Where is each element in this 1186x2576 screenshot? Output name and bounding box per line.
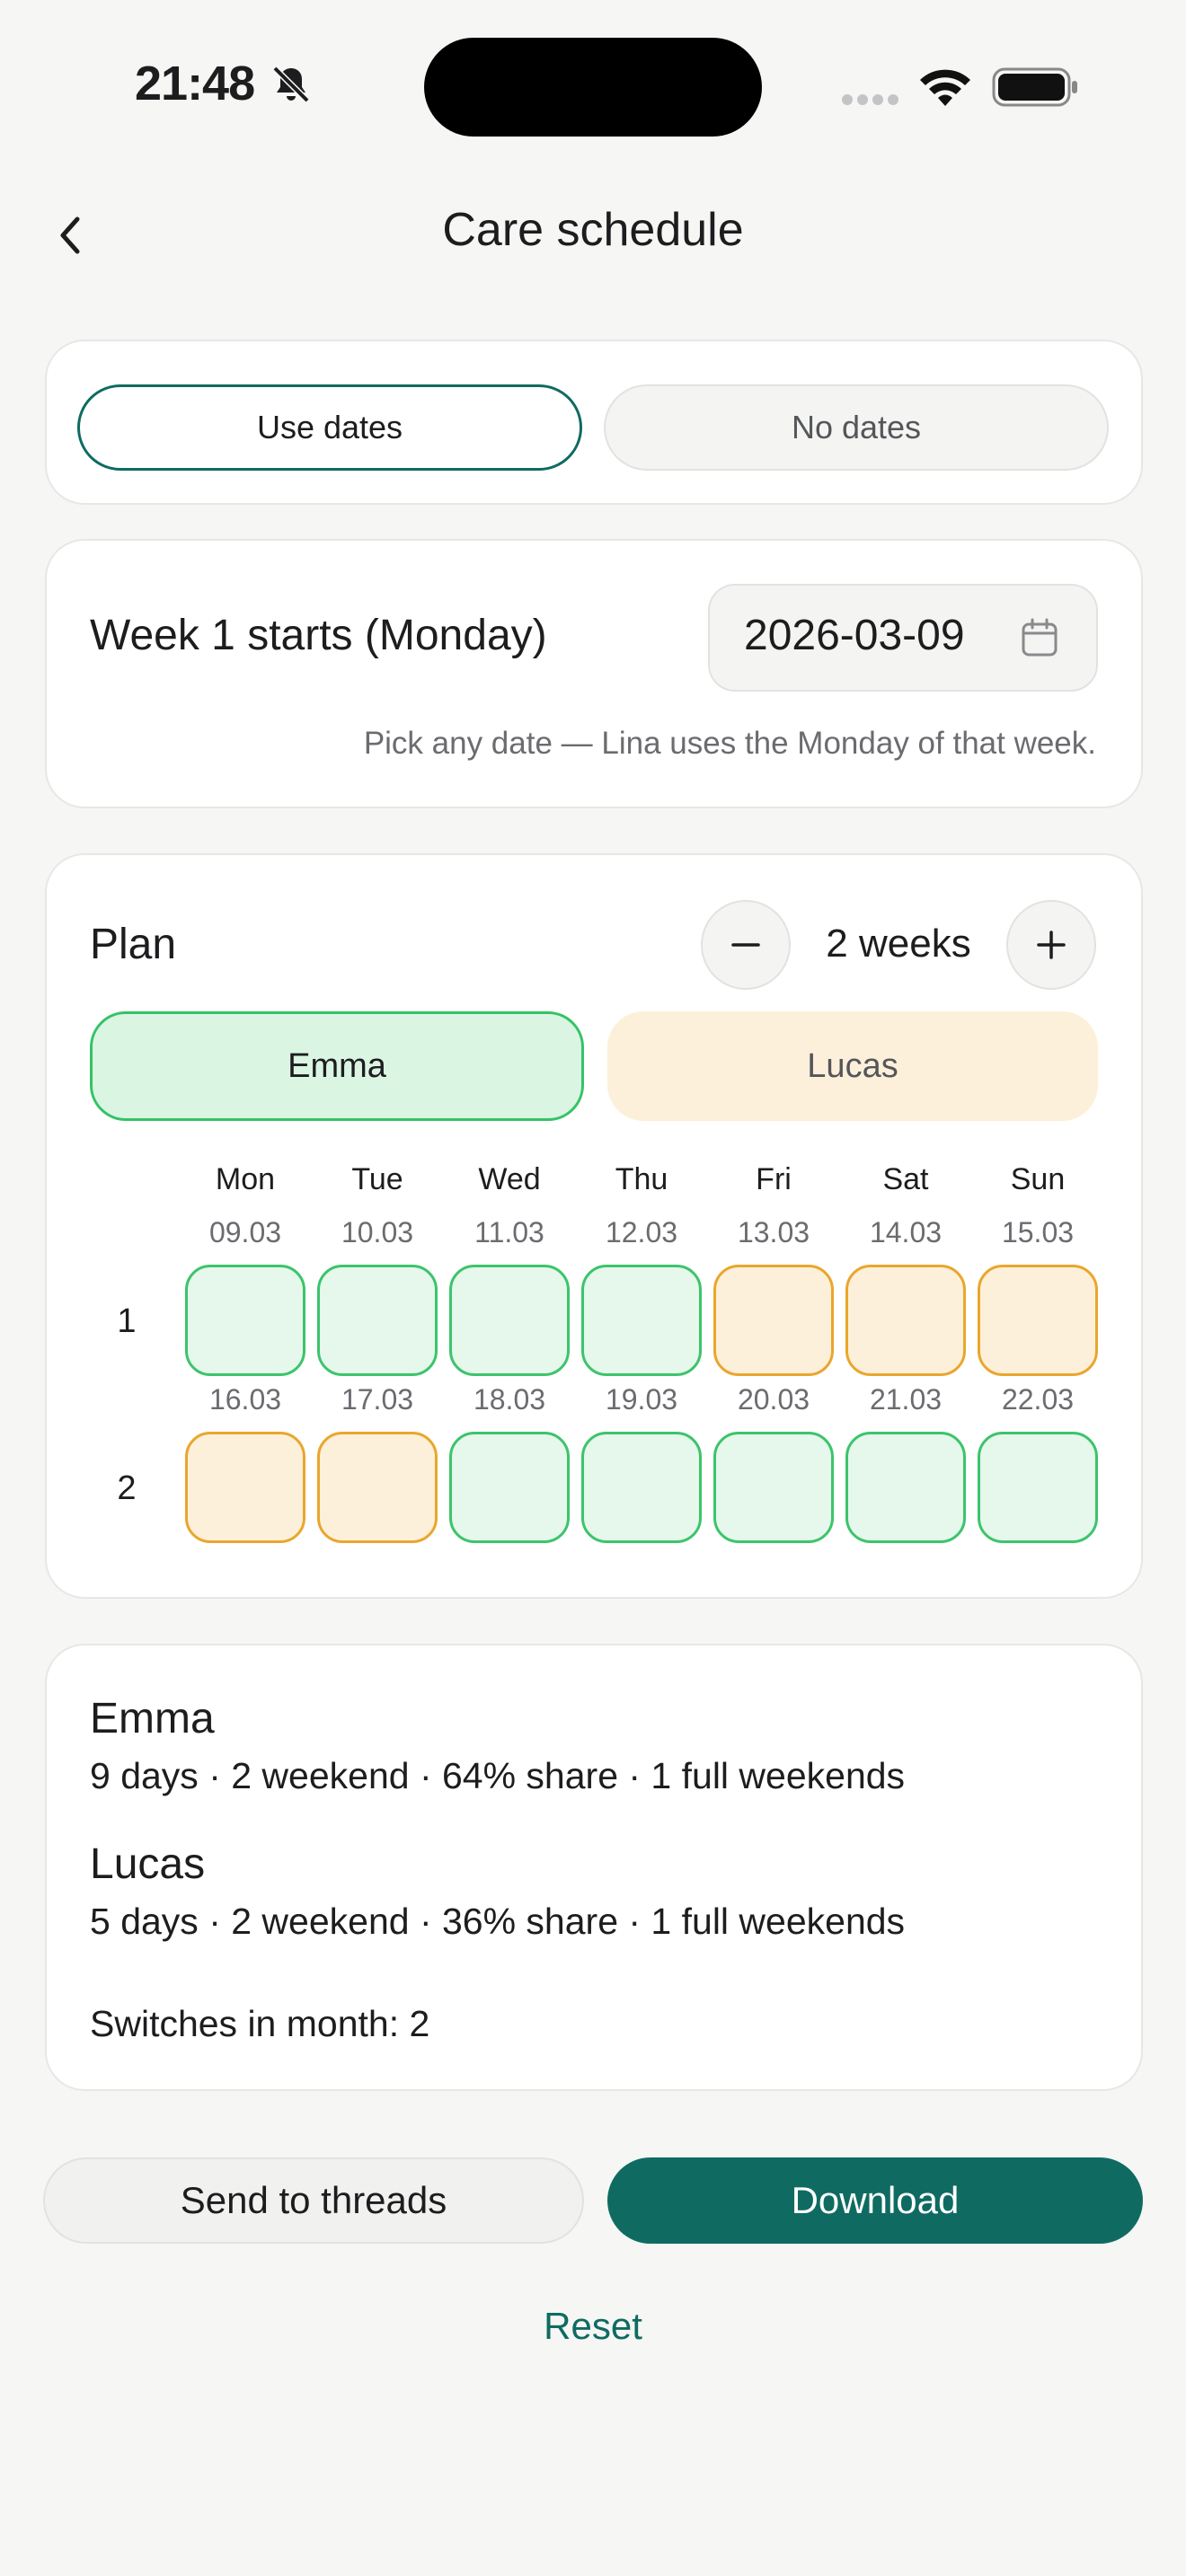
day-cell-emma[interactable] xyxy=(449,1265,570,1376)
plan-label: Plan xyxy=(90,921,177,968)
day-name-sun: Sun xyxy=(1010,1162,1066,1196)
summary-name-lucas: Lucas xyxy=(90,1840,206,1888)
day-cell-emma[interactable] xyxy=(845,1432,966,1543)
cell-date-label: 12.03 xyxy=(605,1216,678,1248)
day-name-tue: Tue xyxy=(351,1162,403,1196)
week-start-label: Week 1 starts (Monday) xyxy=(90,612,547,659)
minus-icon xyxy=(731,943,760,947)
day-cell-emma[interactable] xyxy=(978,1432,1098,1543)
week-start-hint: Pick any date — Lina uses the Monday of … xyxy=(363,726,1096,761)
cell-date-label: 15.03 xyxy=(1001,1216,1075,1248)
day-name-thu: Thu xyxy=(615,1162,668,1196)
day-name-sat: Sat xyxy=(882,1162,929,1196)
no-dates-option[interactable]: No dates xyxy=(604,384,1109,471)
day-cell-lucas[interactable] xyxy=(978,1265,1098,1376)
day-cell-emma[interactable] xyxy=(713,1432,834,1543)
decrease-weeks-button[interactable] xyxy=(701,900,791,990)
send-to-threads-button[interactable]: Send to threads xyxy=(43,2157,584,2244)
summary-detail-lucas: 5 days · 2 weekend · 36% share · 1 full … xyxy=(90,1901,906,1942)
increase-weeks-button[interactable] xyxy=(1006,900,1096,990)
cell-date-label: 11.03 xyxy=(474,1216,544,1248)
cell-date-label: 13.03 xyxy=(737,1216,810,1248)
bell-slash-icon xyxy=(272,66,310,103)
calendar-icon xyxy=(1022,618,1058,657)
plus-icon xyxy=(1037,931,1066,959)
day-name-mon: Mon xyxy=(215,1162,276,1196)
cell-date-label: 21.03 xyxy=(869,1383,943,1416)
day-name-fri: Fri xyxy=(756,1162,792,1196)
cell-date-label: 17.03 xyxy=(341,1383,414,1416)
reset-link[interactable]: Reset xyxy=(0,2305,1186,2348)
week-row-label: 1 xyxy=(117,1302,137,1340)
day-cell-lucas[interactable] xyxy=(845,1265,966,1376)
status-time: 21:48 xyxy=(135,57,255,110)
week-start-date-value: 2026-03-09 xyxy=(744,612,965,659)
person-chip-lucas[interactable]: Lucas xyxy=(607,1011,1098,1121)
wifi-icon xyxy=(920,69,970,106)
week-row-label: 2 xyxy=(117,1469,137,1507)
cell-date-label: 22.03 xyxy=(1001,1383,1075,1416)
summary-name-emma: Emma xyxy=(90,1695,215,1742)
cell-date-label: 10.03 xyxy=(341,1216,414,1248)
day-cell-lucas[interactable] xyxy=(317,1432,438,1543)
signal-dots-icon xyxy=(842,94,898,105)
day-cell-emma[interactable] xyxy=(185,1265,305,1376)
cell-date-label: 09.03 xyxy=(208,1216,282,1248)
day-cell-lucas[interactable] xyxy=(185,1432,305,1543)
day-cell-emma[interactable] xyxy=(449,1432,570,1543)
cell-date-label: 18.03 xyxy=(473,1383,546,1416)
day-cell-lucas[interactable] xyxy=(713,1265,834,1376)
cell-date-label: 14.03 xyxy=(869,1216,943,1248)
summary-detail-emma: 9 days · 2 weekend · 64% share · 1 full … xyxy=(90,1755,906,1796)
cell-date-label: 16.03 xyxy=(208,1383,282,1416)
day-cell-emma[interactable] xyxy=(581,1265,702,1376)
day-cell-emma[interactable] xyxy=(581,1432,702,1543)
download-button[interactable]: Download xyxy=(607,2157,1143,2244)
dynamic-island xyxy=(424,38,762,137)
day-name-wed: Wed xyxy=(478,1162,541,1196)
weeks-count: 2 weeks xyxy=(826,922,971,966)
use-dates-option[interactable]: Use dates xyxy=(77,384,582,471)
page-title: Care schedule xyxy=(442,204,744,256)
cell-date-label: 19.03 xyxy=(605,1383,678,1416)
switches-count: Switches in month: 2 xyxy=(90,2003,430,2044)
person-chip-emma[interactable]: Emma xyxy=(90,1011,584,1121)
battery-icon xyxy=(992,67,1077,107)
day-cell-emma[interactable] xyxy=(317,1265,438,1376)
cell-date-label: 20.03 xyxy=(737,1383,810,1416)
